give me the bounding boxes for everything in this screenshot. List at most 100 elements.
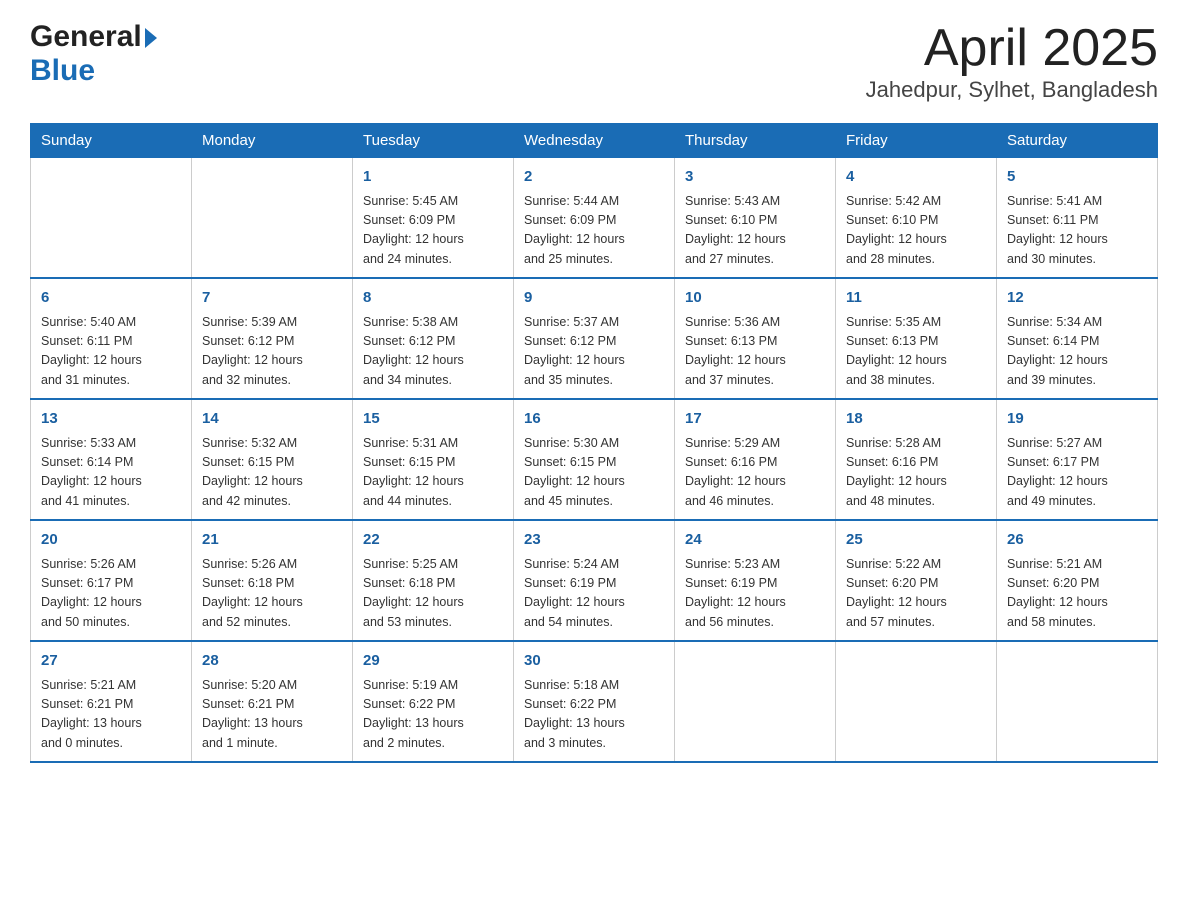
- calendar-cell: 28 Sunrise: 5:20 AM Sunset: 6:21 PM Dayli…: [192, 641, 353, 762]
- weekday-header-row: SundayMondayTuesdayWednesdayThursdayFrid…: [31, 124, 1158, 158]
- day-info: Sunrise: 5:22 AM Sunset: 6:20 PM Dayligh…: [846, 555, 986, 633]
- day-number: 24: [685, 529, 825, 552]
- day-number: 6: [41, 287, 181, 310]
- title-section: April 2025 Jahedpur, Sylhet, Bangladesh: [866, 20, 1158, 103]
- calendar-cell: 20Sunrise: 5:26 AM Sunset: 6:17 PM Dayli…: [31, 520, 192, 641]
- day-number: 18: [846, 408, 986, 431]
- calendar-cell: 22 Sunrise: 5:25 AM Sunset: 6:18 PM Dayli…: [353, 520, 514, 641]
- day-info: Sunrise: 5:25 AM Sunset: 6:18 PM Dayligh…: [363, 555, 503, 633]
- calendar-cell: 30Sunrise: 5:18 AM Sunset: 6:22 PM Dayli…: [514, 641, 675, 762]
- day-number: 8: [363, 287, 503, 310]
- calendar-week-row: 27Sunrise: 5:21 AM Sunset: 6:21 PM Dayli…: [31, 641, 1158, 762]
- calendar-week-row: 1 Sunrise: 5:45 AM Sunset: 6:09 PM Daylig…: [31, 158, 1158, 279]
- day-number: 25: [846, 529, 986, 552]
- day-info: Sunrise: 5:43 AM Sunset: 6:10 PM Dayligh…: [685, 192, 825, 270]
- day-info: Sunrise: 5:21 AM Sunset: 6:20 PM Dayligh…: [1007, 555, 1147, 633]
- day-info: Sunrise: 5:37 AM Sunset: 6:12 PM Dayligh…: [524, 313, 664, 391]
- calendar-cell: 1 Sunrise: 5:45 AM Sunset: 6:09 PM Daylig…: [353, 158, 514, 279]
- day-number: 10: [685, 287, 825, 310]
- calendar-cell: 16 Sunrise: 5:30 AM Sunset: 6:15 PM Dayli…: [514, 399, 675, 520]
- day-number: 13: [41, 408, 181, 431]
- day-number: 5: [1007, 166, 1147, 189]
- calendar-week-row: 20Sunrise: 5:26 AM Sunset: 6:17 PM Dayli…: [31, 520, 1158, 641]
- day-number: 3: [685, 166, 825, 189]
- day-number: 9: [524, 287, 664, 310]
- calendar-cell: 13 Sunrise: 5:33 AM Sunset: 6:14 PM Dayli…: [31, 399, 192, 520]
- day-info: Sunrise: 5:26 AM Sunset: 6:18 PM Dayligh…: [202, 555, 342, 633]
- day-number: 1: [363, 166, 503, 189]
- day-info: Sunrise: 5:20 AM Sunset: 6:21 PM Dayligh…: [202, 676, 342, 754]
- weekday-header-saturday: Saturday: [997, 124, 1158, 158]
- calendar-cell: 12 Sunrise: 5:34 AM Sunset: 6:14 PM Dayli…: [997, 278, 1158, 399]
- logo-arrow-icon: [145, 28, 157, 48]
- day-info: Sunrise: 5:44 AM Sunset: 6:09 PM Dayligh…: [524, 192, 664, 270]
- calendar-cell: [675, 641, 836, 762]
- day-number: 21: [202, 529, 342, 552]
- calendar-cell: [836, 641, 997, 762]
- calendar-cell: 8Sunrise: 5:38 AM Sunset: 6:12 PM Daylig…: [353, 278, 514, 399]
- calendar-cell: 17 Sunrise: 5:29 AM Sunset: 6:16 PM Dayli…: [675, 399, 836, 520]
- logo: General Blue: [30, 20, 157, 88]
- calendar-cell: 19Sunrise: 5:27 AM Sunset: 6:17 PM Dayli…: [997, 399, 1158, 520]
- day-info: Sunrise: 5:36 AM Sunset: 6:13 PM Dayligh…: [685, 313, 825, 391]
- calendar-cell: 7 Sunrise: 5:39 AM Sunset: 6:12 PM Daylig…: [192, 278, 353, 399]
- calendar-cell: 18 Sunrise: 5:28 AM Sunset: 6:16 PM Dayli…: [836, 399, 997, 520]
- day-number: 12: [1007, 287, 1147, 310]
- day-number: 4: [846, 166, 986, 189]
- day-number: 23: [524, 529, 664, 552]
- calendar-cell: [31, 158, 192, 279]
- calendar-cell: 10 Sunrise: 5:36 AM Sunset: 6:13 PM Dayli…: [675, 278, 836, 399]
- day-number: 19: [1007, 408, 1147, 431]
- day-number: 7: [202, 287, 342, 310]
- day-number: 22: [363, 529, 503, 552]
- day-info: Sunrise: 5:19 AM Sunset: 6:22 PM Dayligh…: [363, 676, 503, 754]
- calendar-cell: 24 Sunrise: 5:23 AM Sunset: 6:19 PM Dayli…: [675, 520, 836, 641]
- weekday-header-thursday: Thursday: [675, 124, 836, 158]
- location-text: Jahedpur, Sylhet, Bangladesh: [866, 77, 1158, 103]
- day-number: 29: [363, 650, 503, 673]
- day-number: 20: [41, 529, 181, 552]
- day-number: 28: [202, 650, 342, 673]
- day-info: Sunrise: 5:33 AM Sunset: 6:14 PM Dayligh…: [41, 434, 181, 512]
- calendar-cell: 6 Sunrise: 5:40 AM Sunset: 6:11 PM Daylig…: [31, 278, 192, 399]
- day-info: Sunrise: 5:39 AM Sunset: 6:12 PM Dayligh…: [202, 313, 342, 391]
- day-number: 15: [363, 408, 503, 431]
- day-info: Sunrise: 5:23 AM Sunset: 6:19 PM Dayligh…: [685, 555, 825, 633]
- calendar-week-row: 13 Sunrise: 5:33 AM Sunset: 6:14 PM Dayli…: [31, 399, 1158, 520]
- calendar-week-row: 6 Sunrise: 5:40 AM Sunset: 6:11 PM Daylig…: [31, 278, 1158, 399]
- day-info: Sunrise: 5:45 AM Sunset: 6:09 PM Dayligh…: [363, 192, 503, 270]
- calendar-cell: 3 Sunrise: 5:43 AM Sunset: 6:10 PM Daylig…: [675, 158, 836, 279]
- calendar-cell: 14Sunrise: 5:32 AM Sunset: 6:15 PM Dayli…: [192, 399, 353, 520]
- weekday-header-wednesday: Wednesday: [514, 124, 675, 158]
- day-info: Sunrise: 5:41 AM Sunset: 6:11 PM Dayligh…: [1007, 192, 1147, 270]
- calendar-cell: 9 Sunrise: 5:37 AM Sunset: 6:12 PM Daylig…: [514, 278, 675, 399]
- day-info: Sunrise: 5:29 AM Sunset: 6:16 PM Dayligh…: [685, 434, 825, 512]
- day-info: Sunrise: 5:34 AM Sunset: 6:14 PM Dayligh…: [1007, 313, 1147, 391]
- calendar-table: SundayMondayTuesdayWednesdayThursdayFrid…: [30, 123, 1158, 763]
- day-number: 2: [524, 166, 664, 189]
- day-number: 16: [524, 408, 664, 431]
- calendar-cell: [997, 641, 1158, 762]
- weekday-header-tuesday: Tuesday: [353, 124, 514, 158]
- calendar-cell: 25 Sunrise: 5:22 AM Sunset: 6:20 PM Dayli…: [836, 520, 997, 641]
- day-number: 26: [1007, 529, 1147, 552]
- logo-blue-text: Blue: [30, 54, 95, 87]
- calendar-cell: 11Sunrise: 5:35 AM Sunset: 6:13 PM Dayli…: [836, 278, 997, 399]
- calendar-cell: 5 Sunrise: 5:41 AM Sunset: 6:11 PM Daylig…: [997, 158, 1158, 279]
- calendar-cell: 29 Sunrise: 5:19 AM Sunset: 6:22 PM Dayli…: [353, 641, 514, 762]
- day-number: 14: [202, 408, 342, 431]
- weekday-header-sunday: Sunday: [31, 124, 192, 158]
- calendar-cell: 26 Sunrise: 5:21 AM Sunset: 6:20 PM Dayli…: [997, 520, 1158, 641]
- day-info: Sunrise: 5:30 AM Sunset: 6:15 PM Dayligh…: [524, 434, 664, 512]
- day-info: Sunrise: 5:40 AM Sunset: 6:11 PM Dayligh…: [41, 313, 181, 391]
- day-info: Sunrise: 5:28 AM Sunset: 6:16 PM Dayligh…: [846, 434, 986, 512]
- month-year-title: April 2025: [866, 20, 1158, 77]
- day-number: 27: [41, 650, 181, 673]
- calendar-cell: 15 Sunrise: 5:31 AM Sunset: 6:15 PM Dayli…: [353, 399, 514, 520]
- day-number: 17: [685, 408, 825, 431]
- day-info: Sunrise: 5:18 AM Sunset: 6:22 PM Dayligh…: [524, 676, 664, 754]
- calendar-cell: [192, 158, 353, 279]
- day-info: Sunrise: 5:31 AM Sunset: 6:15 PM Dayligh…: [363, 434, 503, 512]
- calendar-cell: 4Sunrise: 5:42 AM Sunset: 6:10 PM Daylig…: [836, 158, 997, 279]
- page-header: General Blue April 2025 Jahedpur, Sylhet…: [30, 20, 1158, 103]
